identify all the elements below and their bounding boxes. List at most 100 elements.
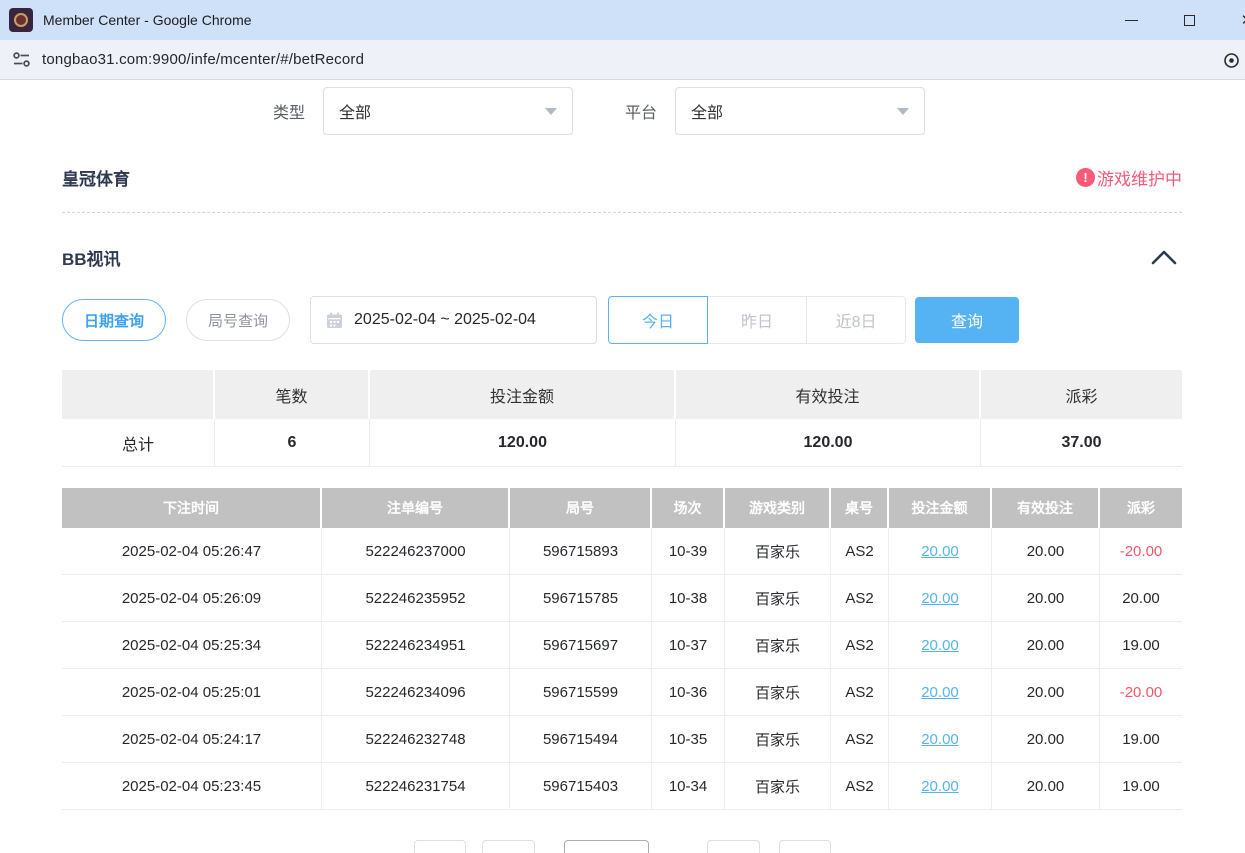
url-text[interactable]: tongbao31.com:9900/infe/mcenter/#/betRec… bbox=[42, 51, 364, 68]
table-number: AS2 bbox=[831, 622, 889, 669]
bet-amount-link[interactable]: 20.00 bbox=[889, 669, 992, 716]
bet-amount-link[interactable]: 20.00 bbox=[921, 778, 959, 795]
header-bet-time: 下注时间 bbox=[62, 488, 322, 528]
filter-row: 类型 全部 平台 全部 bbox=[62, 87, 1182, 135]
pagination-page-select[interactable] bbox=[564, 840, 649, 853]
table-number: AS2 bbox=[831, 575, 889, 622]
pagination-button[interactable] bbox=[414, 840, 466, 853]
header-valid-bet: 有效投注 bbox=[992, 488, 1100, 528]
quick-date-button-group: 今日 昨日 近8日 bbox=[608, 296, 906, 344]
summary-table: 笔数 投注金额 有效投注 派彩 总计 6 120.00 120.00 37.00 bbox=[62, 370, 1182, 467]
platform-filter-select[interactable]: 全部 bbox=[675, 87, 925, 135]
last-8-days-button[interactable]: 近8日 bbox=[806, 296, 906, 344]
browser-url-bar: tongbao31.com:9900/infe/mcenter/#/betRec… bbox=[0, 40, 1245, 80]
bet-slip-number: 522246234951 bbox=[322, 622, 510, 669]
game-type: 百家乐 bbox=[725, 575, 831, 622]
today-button[interactable]: 今日 bbox=[608, 296, 708, 344]
platform-filter-value: 全部 bbox=[691, 99, 897, 123]
type-filter-value: 全部 bbox=[339, 99, 545, 123]
valid-bet: 20.00 bbox=[992, 763, 1100, 810]
calendar-icon bbox=[326, 312, 343, 329]
session: 10-38 bbox=[652, 575, 725, 622]
search-button[interactable]: 查询 bbox=[915, 297, 1019, 343]
bet-amount-link[interactable]: 20.00 bbox=[889, 622, 992, 669]
bb-live-section-header: BB视讯 bbox=[62, 244, 1182, 270]
table-number: AS2 bbox=[831, 669, 889, 716]
bet-amount-link[interactable]: 20.00 bbox=[889, 763, 992, 810]
valid-bet: 20.00 bbox=[992, 575, 1100, 622]
round-query-button[interactable]: 局号查询 bbox=[186, 299, 290, 341]
game-type: 百家乐 bbox=[725, 622, 831, 669]
bet-amount-link[interactable]: 20.00 bbox=[921, 637, 959, 654]
site-favicon-icon bbox=[9, 8, 33, 32]
header-bet-slip-number: 注单编号 bbox=[322, 488, 510, 528]
table-number: AS2 bbox=[831, 763, 889, 810]
summary-total-label: 总计 bbox=[62, 419, 215, 467]
header-session: 场次 bbox=[652, 488, 725, 528]
section-divider bbox=[62, 212, 1182, 213]
target-icon[interactable] bbox=[1223, 52, 1240, 69]
session: 10-37 bbox=[652, 622, 725, 669]
bet-amount-link[interactable]: 20.00 bbox=[889, 716, 992, 763]
valid-bet: 20.00 bbox=[992, 669, 1100, 716]
table-row: 2025-02-04 05:25:01522246234096596715599… bbox=[62, 669, 1182, 716]
session: 10-34 bbox=[652, 763, 725, 810]
chevron-down-icon bbox=[545, 108, 557, 115]
bet-slip-number: 522246232748 bbox=[322, 716, 510, 763]
yesterday-button[interactable]: 昨日 bbox=[707, 296, 807, 344]
summary-header-valid-bet: 有效投注 bbox=[676, 370, 981, 419]
crown-sports-section-header: 皇冠体育 ! 游戏维护中 bbox=[62, 163, 1182, 191]
round-number: 596715785 bbox=[510, 575, 652, 622]
bet-record-page: 类型 全部 平台 全部 皇冠体育 ! 游戏维护中 BB视讯 日期查询 局号查询 bbox=[0, 87, 1245, 853]
bet-slip-number: 522246235952 bbox=[322, 575, 510, 622]
minimize-button[interactable] bbox=[1108, 0, 1154, 40]
bet-amount-link[interactable]: 20.00 bbox=[921, 590, 959, 607]
round-number: 596715893 bbox=[510, 528, 652, 575]
table-row: 2025-02-04 05:23:45522246231754596715403… bbox=[62, 763, 1182, 810]
game-type: 百家乐 bbox=[725, 528, 831, 575]
bet-time: 2025-02-04 05:23:45 bbox=[62, 763, 322, 810]
pagination-button[interactable] bbox=[707, 840, 760, 853]
maximize-icon bbox=[1184, 15, 1195, 26]
header-table-number: 桌号 bbox=[831, 488, 889, 528]
close-button[interactable]: ✕ bbox=[1224, 0, 1245, 40]
game-type: 百家乐 bbox=[725, 716, 831, 763]
bet-slip-number: 522246237000 bbox=[322, 528, 510, 575]
bet-amount-link[interactable]: 20.00 bbox=[889, 528, 992, 575]
bet-amount-link[interactable]: 20.00 bbox=[889, 575, 992, 622]
date-range-input[interactable]: 2025-02-04 ~ 2025-02-04 bbox=[310, 296, 597, 344]
header-game-type: 游戏类别 bbox=[725, 488, 831, 528]
session: 10-35 bbox=[652, 716, 725, 763]
summary-header-bet-amount: 投注金额 bbox=[370, 370, 676, 419]
round-number: 596715403 bbox=[510, 763, 652, 810]
payout: -20.00 bbox=[1100, 669, 1182, 716]
window-title: Member Center - Google Chrome bbox=[43, 12, 252, 28]
bet-time: 2025-02-04 05:26:47 bbox=[62, 528, 322, 575]
bet-time: 2025-02-04 05:25:01 bbox=[62, 669, 322, 716]
summary-total-row: 总计 6 120.00 120.00 37.00 bbox=[62, 419, 1182, 467]
type-filter-select[interactable]: 全部 bbox=[323, 87, 573, 135]
table-number: AS2 bbox=[831, 716, 889, 763]
payout: 19.00 bbox=[1100, 763, 1182, 810]
payout: -20.00 bbox=[1100, 528, 1182, 575]
query-bar: 日期查询 局号查询 2025-02-04 ~ 2025-02-04 今日 昨日 … bbox=[62, 296, 1182, 344]
summary-header-row: 笔数 投注金额 有效投注 派彩 bbox=[62, 370, 1182, 419]
game-type: 百家乐 bbox=[725, 669, 831, 716]
chevron-down-icon bbox=[897, 108, 909, 115]
pagination-button[interactable] bbox=[779, 840, 831, 853]
bet-amount-link[interactable]: 20.00 bbox=[921, 543, 959, 560]
table-row: 2025-02-04 05:26:09522246235952596715785… bbox=[62, 575, 1182, 622]
bet-amount-link[interactable]: 20.00 bbox=[921, 684, 959, 701]
date-query-button[interactable]: 日期查询 bbox=[62, 299, 166, 341]
site-settings-icon[interactable] bbox=[13, 51, 30, 68]
maximize-button[interactable] bbox=[1166, 0, 1212, 40]
bet-amount-link[interactable]: 20.00 bbox=[921, 731, 959, 748]
pagination-button[interactable] bbox=[482, 840, 535, 853]
exclamation-icon: ! bbox=[1076, 168, 1095, 187]
payout: 20.00 bbox=[1100, 575, 1182, 622]
table-number: AS2 bbox=[831, 528, 889, 575]
game-type: 百家乐 bbox=[725, 763, 831, 810]
bet-table-body: 2025-02-04 05:26:47522246237000596715893… bbox=[62, 528, 1182, 810]
collapse-chevron-up-icon[interactable] bbox=[1150, 249, 1178, 266]
bet-table-header-row: 下注时间 注单编号 局号 场次 游戏类别 桌号 投注金额 有效投注 派彩 bbox=[62, 488, 1182, 528]
